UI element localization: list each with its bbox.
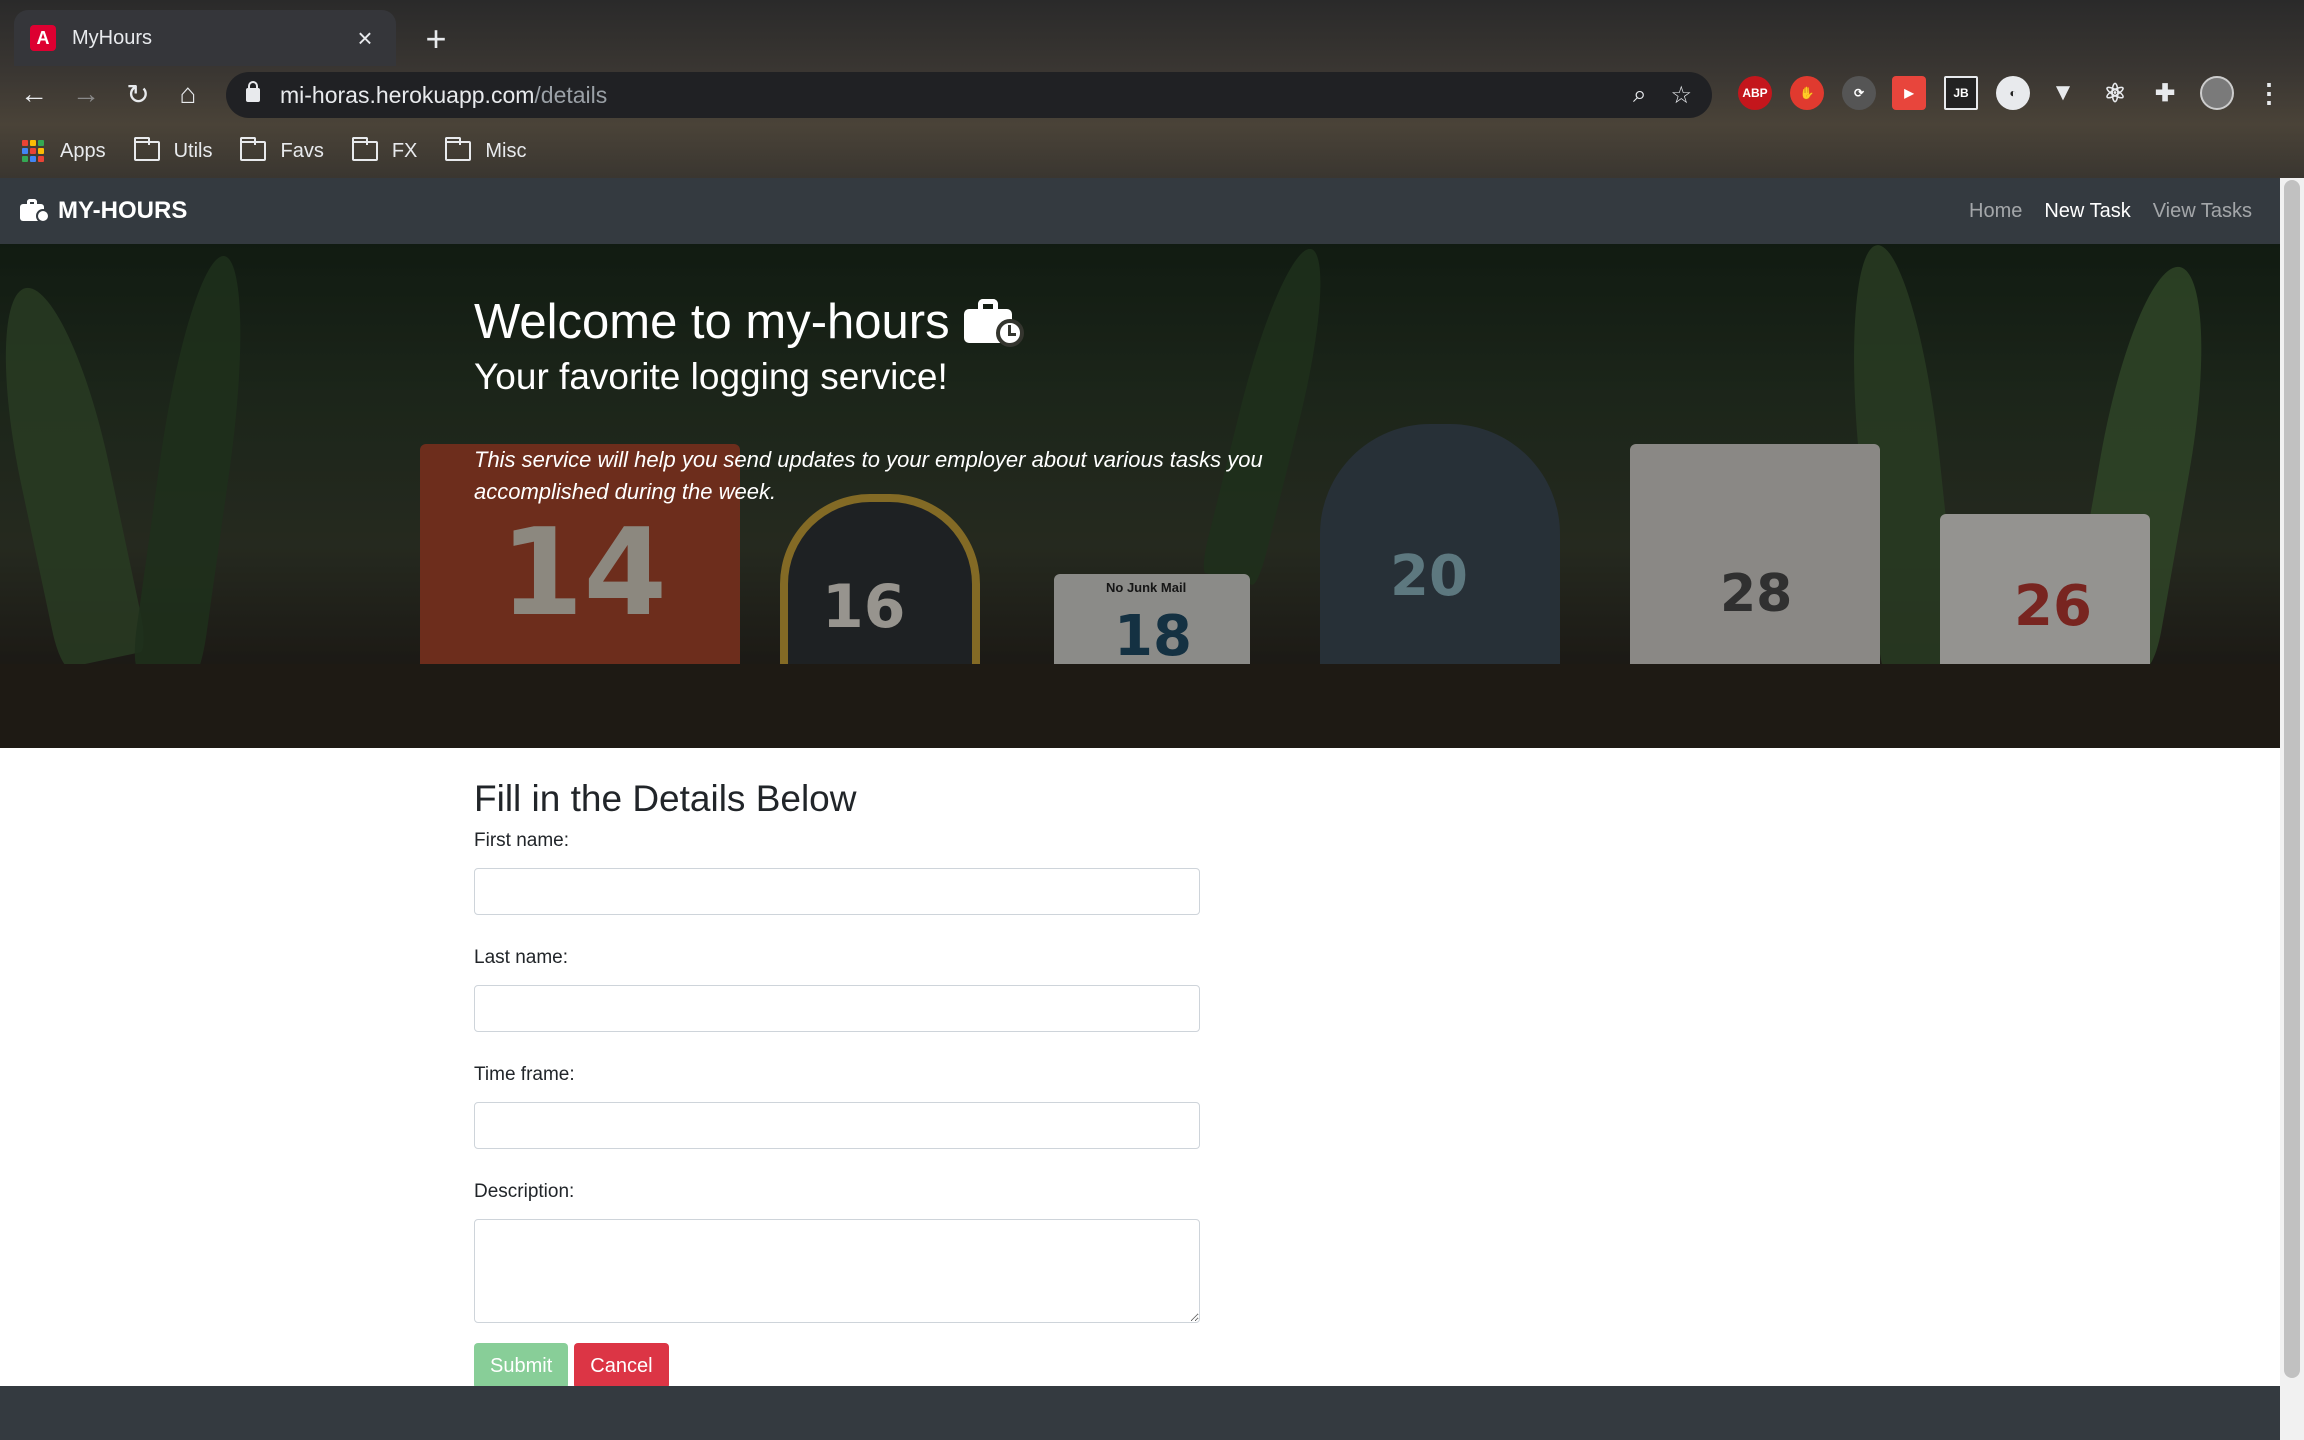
business-time-icon (20, 199, 50, 223)
stop-extension-icon[interactable]: ✋ (1790, 76, 1824, 110)
bookmark-label: Utils (173, 139, 213, 162)
menu-kebab-icon[interactable]: ⋮ (2252, 76, 2286, 110)
nav-links: Home New Task View Tasks (1969, 200, 2260, 223)
hero-subtitle: Your favorite logging service! (474, 356, 948, 397)
video-extension-icon[interactable]: ▶ (1892, 76, 1926, 110)
last-name-field[interactable] (474, 985, 1200, 1032)
reload-icon[interactable]: ↻ (118, 74, 158, 114)
hero-title: Welcome to my-hours (474, 294, 1274, 350)
back-icon[interactable]: ← (14, 74, 54, 114)
profile-avatar[interactable] (2200, 76, 2234, 110)
page-scrollbar[interactable] (2280, 178, 2304, 1440)
nav-link-new-task[interactable]: New Task (2044, 200, 2130, 223)
browser-toolbar: ← → ↻ ⌂ mi-horas.herokuapp.com /details … (0, 66, 2304, 124)
first-name-field[interactable] (474, 868, 1200, 915)
hero-content: Welcome to my-hours Your favorite loggin… (474, 294, 1274, 508)
bookmark-label: FX (391, 139, 418, 162)
lock-icon (246, 81, 260, 102)
url-host: mi-horas.herokuapp.com (280, 81, 535, 108)
browser-tab[interactable]: A MyHours × (14, 10, 396, 66)
form-heading: Fill in the Details Below (474, 778, 857, 819)
url-path: /details (534, 81, 608, 108)
folder-icon (351, 137, 378, 161)
angular-favicon-icon: A (30, 25, 56, 51)
bookmark-label: Apps (60, 139, 106, 162)
business-time-icon (963, 299, 1026, 347)
bookmark-folder-fx[interactable]: FX (351, 137, 418, 163)
cancel-button[interactable]: Cancel (574, 1343, 669, 1389)
bookmark-apps[interactable]: Apps (22, 140, 106, 163)
brand-link[interactable]: MY-HOURS (20, 197, 187, 225)
site-footer (0, 1386, 2280, 1440)
form-actions: Submit Cancel (474, 1343, 1200, 1389)
tab-title: MyHours (72, 26, 153, 49)
home-icon[interactable]: ⌂ (168, 74, 208, 114)
react-extension-icon[interactable]: ⚛ (2098, 76, 2132, 110)
scrollbar-thumb[interactable] (2284, 180, 2300, 1378)
description-field[interactable] (474, 1219, 1200, 1323)
circle-extension-icon[interactable]: ◐ (1996, 76, 2030, 110)
time-frame-label: Time frame: (474, 1064, 575, 1085)
page-viewport: MY-HOURS Home New Task View Tasks 14 16 … (0, 178, 2280, 1440)
hero-title-text: Welcome to my-hours (474, 295, 950, 349)
bookmarks-bar: Apps Utils Favs FX Misc (0, 124, 2304, 178)
hero-jumbotron: 14 16 No Junk Mail 18 20 28 26 Welcome t… (0, 244, 2280, 748)
submit-button[interactable]: Submit (474, 1343, 569, 1389)
apps-grid-icon (22, 140, 44, 162)
first-name-label: First name: (474, 830, 570, 851)
vue-extension-icon[interactable]: ▼ (2046, 76, 2080, 110)
details-form: Fill in the Details Below First name: La… (474, 778, 1200, 1389)
description-label: Description: (474, 1181, 575, 1202)
folder-icon (133, 137, 160, 161)
address-bar[interactable]: mi-horas.herokuapp.com /details ⌕ ☆ (226, 72, 1712, 118)
brand-text: MY-HOURS (58, 197, 188, 224)
forward-icon[interactable]: → (66, 74, 106, 114)
bookmark-folder-favs[interactable]: Favs (240, 137, 324, 163)
folder-icon (445, 137, 472, 161)
time-frame-field[interactable] (474, 1102, 1200, 1149)
bookmark-folder-utils[interactable]: Utils (133, 137, 213, 163)
bookmark-label: Favs (280, 139, 324, 162)
bookmark-label: Misc (485, 139, 527, 162)
new-tab-icon[interactable]: + (416, 18, 456, 60)
tab-strip: A MyHours × + (0, 0, 2304, 66)
site-navbar: MY-HOURS Home New Task View Tasks (0, 178, 2280, 244)
last-name-label: Last name: (474, 947, 568, 968)
puzzle-extensions-icon[interactable]: ✚ (2148, 76, 2182, 110)
folder-icon (240, 137, 267, 161)
bookmark-folder-misc[interactable]: Misc (445, 137, 527, 163)
sync-extension-icon[interactable]: ⟳ (1842, 76, 1876, 110)
zoom-icon[interactable]: ⌕ (1633, 81, 1646, 110)
browser-chrome: A MyHours × + ← → ↻ ⌂ mi-horas.herokuapp… (0, 0, 2304, 178)
nav-link-view-tasks[interactable]: View Tasks (2153, 200, 2252, 223)
bookmark-star-icon[interactable]: ☆ (1670, 81, 1692, 110)
tab-close-icon[interactable]: × (350, 23, 380, 54)
hero-lead: This service will help you send updates … (474, 447, 1263, 504)
jb-extension-icon[interactable]: JB (1944, 76, 1978, 110)
nav-link-home[interactable]: Home (1969, 200, 2022, 223)
adblock-extension-icon[interactable]: ABP (1738, 76, 1772, 110)
